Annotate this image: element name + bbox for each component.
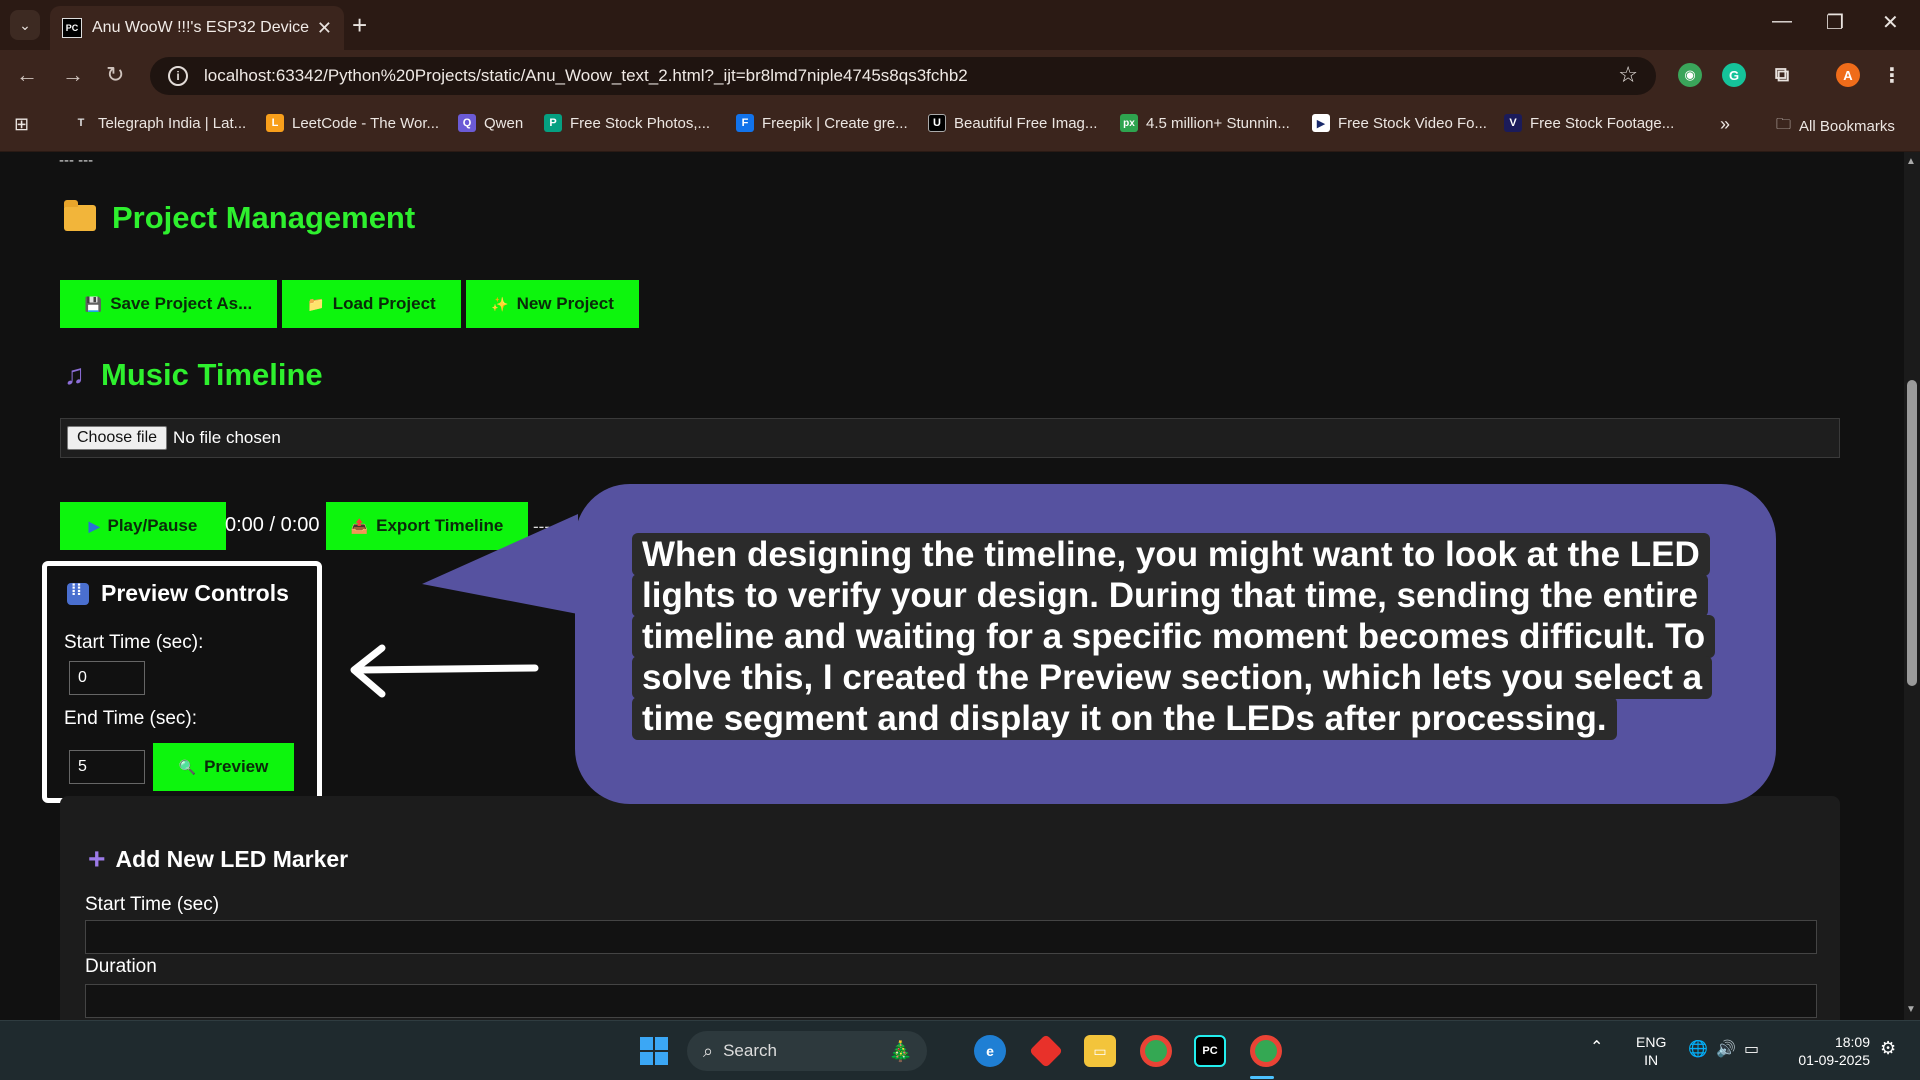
restore-icon[interactable]: ❐ — [1826, 10, 1844, 35]
bookmark-freepik[interactable]: F Freepik | Create gre... — [736, 114, 908, 132]
left-arrow-icon — [350, 644, 539, 698]
bookmark-qwen[interactable]: Q Qwen — [458, 114, 523, 132]
all-bookmarks[interactable]: 🗀 All Bookmarks — [1776, 114, 1895, 139]
menu-kebab-icon[interactable]: ⋮ — [1880, 63, 1904, 87]
chevron-down-icon: ⌄ — [19, 16, 31, 33]
page-content: --- --- Project Management 💾 Save Project… — [0, 152, 1904, 1020]
videvo-icon: V — [1504, 114, 1522, 132]
clock[interactable]: 18:09 01-09-2025 — [1784, 1033, 1870, 1069]
pixabay-icon: px — [1120, 114, 1138, 132]
network-icon[interactable]: 🌐 — [1688, 1041, 1708, 1059]
edge-icon[interactable]: e — [974, 1035, 1006, 1067]
bookmark-stock-video[interactable]: ▶ Free Stock Video Fo... — [1312, 114, 1487, 132]
apps-grid-icon[interactable]: ⊞ — [14, 114, 29, 135]
more-bookmarks-icon[interactable]: » — [1720, 114, 1730, 135]
bookmark-leetcode[interactable]: L LeetCode - The Wor... — [266, 114, 439, 132]
windows-taskbar: ⌕ Search 🎄 e ▭ PC ⌃ ENG IN 🌐 🔊 ▭ 18:09 0… — [0, 1020, 1920, 1080]
pycharm-favicon-icon: PC — [62, 18, 82, 38]
close-window-icon[interactable]: ✕ — [1882, 10, 1899, 35]
bookmark-telegraph[interactable]: T Telegraph India | Lat... — [72, 114, 247, 132]
callout-tail — [422, 514, 578, 614]
profile-avatar[interactable]: A — [1836, 63, 1860, 87]
url-text: localhost:63342/Python%20Projects/static… — [204, 66, 968, 85]
search-highlight-icon: 🎄 — [888, 1040, 913, 1063]
bookmarks-bar: ⊞ T Telegraph India | Lat... L LeetCode - … — [0, 100, 1920, 152]
chrome-profile-icon[interactable] — [1250, 1035, 1282, 1067]
pexels-icon: P — [544, 114, 562, 132]
page-scrollbar[interactable]: ▲ ▼ — [1904, 152, 1920, 1020]
minimize-icon[interactable]: — — [1772, 10, 1792, 33]
pycharm-icon[interactable]: PC — [1194, 1035, 1226, 1067]
new-tab-button[interactable]: + — [352, 10, 367, 40]
bookmark-pixabay[interactable]: px 4.5 million+ Stunnin... — [1120, 114, 1290, 132]
scroll-up-icon[interactable]: ▲ — [1906, 156, 1916, 167]
tab-title: Anu WooW !!!'s ESP32 Device M — [92, 19, 309, 36]
telegraph-icon: T — [77, 117, 85, 129]
back-icon[interactable]: ← — [16, 62, 38, 88]
freepik-icon: F — [736, 114, 754, 132]
taskbar-search[interactable]: ⌕ Search 🎄 — [687, 1031, 927, 1071]
extensions-puzzle-icon[interactable]: ⧉ — [1770, 63, 1794, 87]
reload-icon[interactable]: ↻ — [106, 62, 124, 88]
forward-icon[interactable]: → — [62, 62, 84, 88]
active-tab[interactable]: PC Anu WooW !!!'s ESP32 Device M ✕ — [50, 6, 344, 50]
bookmark-stock-footage[interactable]: V Free Stock Footage... — [1504, 114, 1674, 132]
tab-close-icon[interactable]: ✕ — [317, 18, 332, 39]
language-indicator[interactable]: ENG IN — [1636, 1033, 1666, 1069]
unsplash-icon: U — [928, 114, 946, 132]
scroll-thumb[interactable] — [1907, 380, 1917, 686]
volume-icon[interactable]: 🔊 — [1716, 1041, 1736, 1059]
video-play-icon: ▶ — [1312, 114, 1330, 132]
tab-search-button[interactable]: ⌄ — [10, 10, 40, 40]
app-red-diamond-icon[interactable] — [1029, 1034, 1063, 1068]
tab-bar: ⌄ PC Anu WooW !!!'s ESP32 Device M ✕ + —… — [0, 0, 1920, 50]
show-hidden-icons[interactable]: ⌃ — [1590, 1039, 1603, 1057]
callout-text: When designing the timeline, you might w… — [632, 533, 1716, 740]
grammarly-icon[interactable]: G — [1722, 63, 1746, 87]
bookmark-pexels[interactable]: P Free Stock Photos,... — [544, 114, 710, 132]
folder-icon: 🗀 — [1776, 116, 1792, 133]
browser-toolbar: ← → ↻ i localhost:63342/Python%20Project… — [0, 50, 1920, 100]
chrome-icon[interactable] — [1140, 1035, 1172, 1067]
qwen-icon: Q — [458, 114, 476, 132]
file-explorer-icon[interactable]: ▭ — [1084, 1035, 1116, 1067]
extension-robot-icon[interactable]: ◉ — [1678, 63, 1702, 87]
bookmark-unsplash[interactable]: U Beautiful Free Imag... — [928, 114, 1097, 132]
scroll-down-icon[interactable]: ▼ — [1906, 1004, 1916, 1015]
active-app-indicator — [1250, 1076, 1274, 1079]
battery-icon[interactable]: ▭ — [1744, 1041, 1759, 1059]
leetcode-icon: L — [266, 114, 284, 132]
site-info-icon[interactable]: i — [168, 66, 188, 86]
bookmark-star-icon[interactable]: ☆ — [1618, 62, 1638, 88]
search-icon: ⌕ — [703, 1040, 714, 1061]
windows-start-icon[interactable] — [638, 1035, 670, 1067]
notification-icon[interactable]: ⚙ — [1880, 1039, 1896, 1057]
address-bar[interactable]: i localhost:63342/Python%20Projects/stat… — [150, 57, 1656, 95]
